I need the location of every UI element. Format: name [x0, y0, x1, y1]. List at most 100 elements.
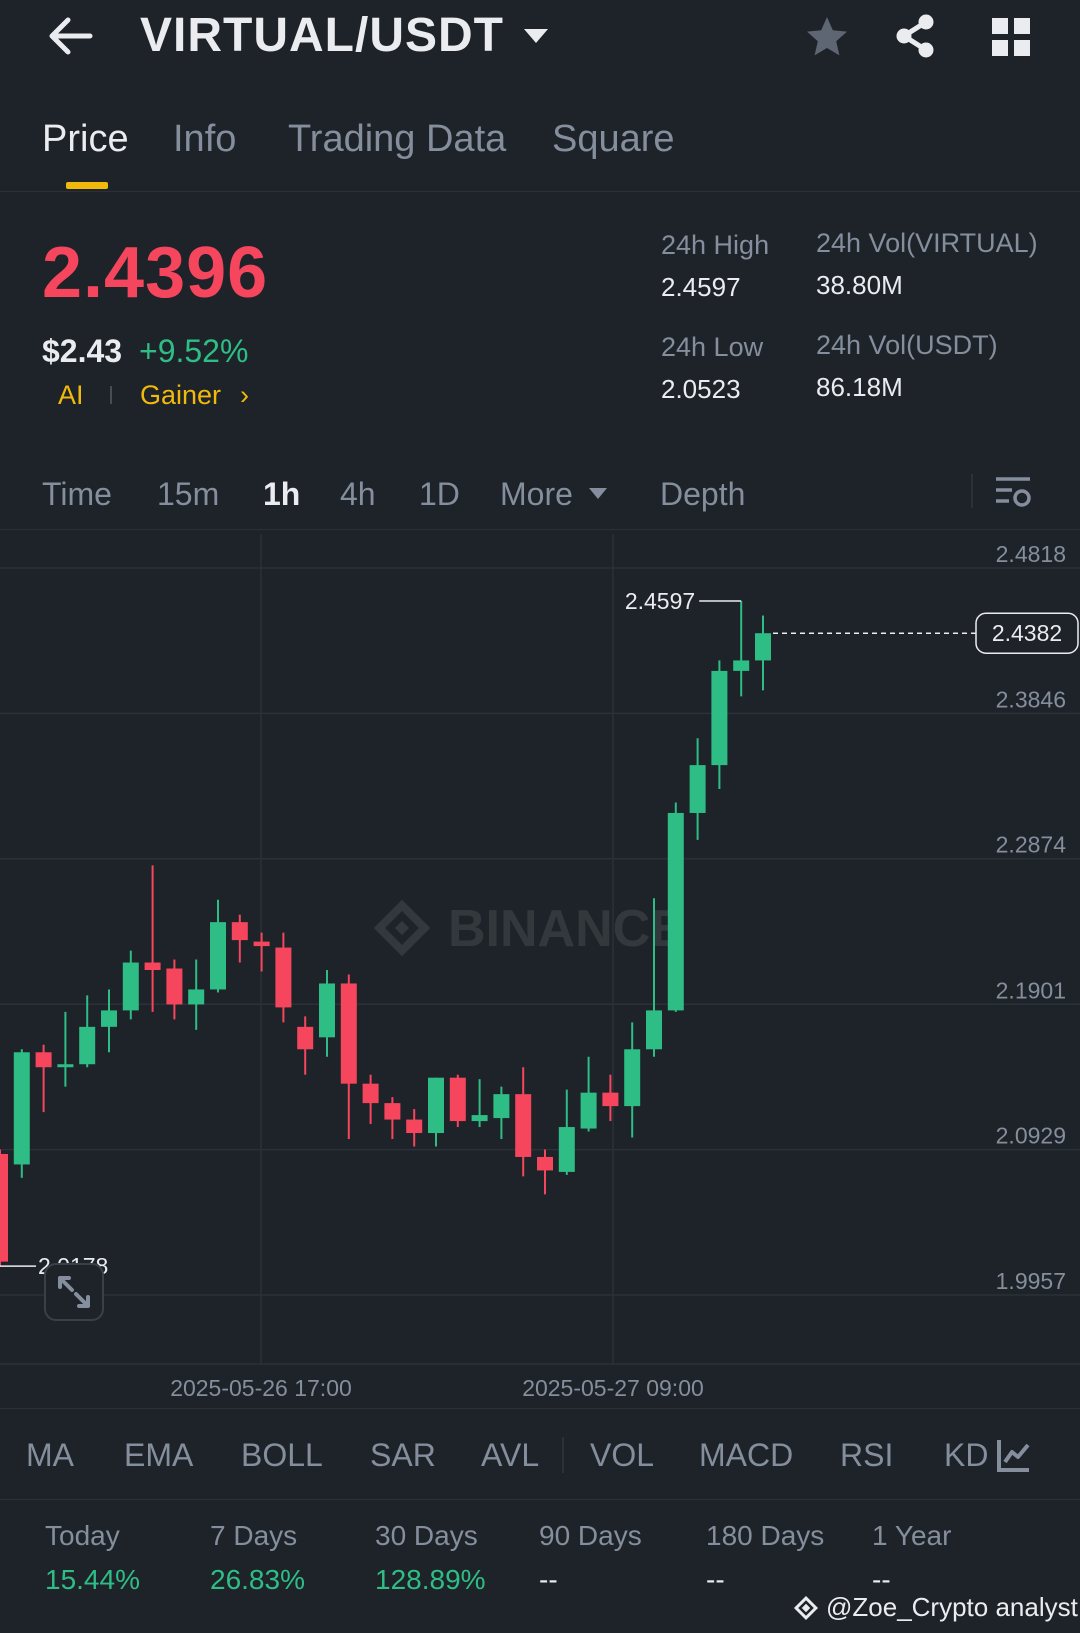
vol-quote-value: 86.18M [816, 372, 903, 402]
candle-body [253, 941, 270, 947]
indicator-avl[interactable]: AVL [481, 1437, 539, 1474]
chevron-right-icon[interactable]: › [240, 380, 249, 411]
perf-value-90d: -- [539, 1564, 558, 1595]
candle-body [537, 1156, 553, 1171]
x-tick-label: 2025-05-27 09:00 [522, 1375, 704, 1401]
high-label: 24h High [661, 230, 770, 260]
perf-label-1y: 1 Year [872, 1520, 952, 1551]
low-label: 24h Low [661, 332, 764, 362]
candle-body [602, 1092, 619, 1107]
high-value: 2.4597 [661, 272, 741, 302]
indicator-kd[interactable]: KD [944, 1437, 988, 1474]
binance-watermark: BINANCE [373, 899, 685, 958]
perf-value-7d: 26.83% [210, 1564, 305, 1595]
indicator-macd[interactable]: MACD [699, 1437, 793, 1474]
candle-body [471, 1115, 488, 1122]
candle-body [558, 1127, 575, 1172]
interval-divider [971, 474, 973, 508]
indicator-divider [562, 1437, 564, 1473]
expand-icon [58, 1276, 90, 1308]
interval-1d[interactable]: 1D [419, 476, 460, 513]
indicator-boll[interactable]: BOLL [241, 1437, 323, 1474]
candle-body [624, 1049, 641, 1107]
candle-body [319, 983, 335, 1038]
candle-body [144, 962, 161, 971]
candle-body [188, 989, 205, 1005]
perf-value-today: 15.44% [45, 1564, 140, 1595]
indicator-ma[interactable]: MA [26, 1437, 74, 1474]
perf-label-30d: 30 Days [375, 1520, 478, 1551]
vol-base-label: 24h Vol(VIRTUAL) [816, 228, 1038, 258]
page-tabs: Price Info Trading Data Square [0, 100, 1080, 192]
candle-body [101, 1010, 117, 1027]
indicator-vol[interactable]: VOL [590, 1437, 654, 1474]
interval-time[interactable]: Time [42, 476, 112, 513]
tab-trading-data[interactable]: Trading Data [288, 118, 506, 161]
candle-body [515, 1094, 532, 1157]
perf-label-180d: 180 Days [706, 1520, 825, 1551]
interval-1h[interactable]: 1h [263, 476, 300, 513]
interval-15m[interactable]: 15m [157, 476, 219, 513]
perf-label-90d: 90 Days [539, 1520, 642, 1551]
candle-body [493, 1094, 510, 1119]
candle-body [57, 1064, 74, 1068]
candle-body [166, 968, 183, 1005]
perf-label-today: Today [45, 1520, 120, 1551]
candlestick-chart[interactable]: BINANCE 2.4818 2.3846 2.2874 2.1901 2.0929 1.… [0, 534, 1080, 1408]
last-price-label: 2.4382 [992, 620, 1062, 646]
top-bar: VIRTUAL/USDT [0, 0, 1080, 90]
candle-body [667, 812, 684, 1011]
indicator-sar[interactable]: SAR [370, 1437, 436, 1474]
candle-body [79, 1026, 96, 1065]
share-icon[interactable] [892, 12, 938, 60]
y-tick-label: 2.1901 [996, 977, 1066, 1003]
tag-gainer[interactable]: Gainer [140, 380, 221, 411]
tab-square[interactable]: Square [552, 118, 675, 161]
watermark-text: BINANCE [448, 900, 685, 958]
tab-info[interactable]: Info [173, 118, 236, 161]
candle-body [297, 1026, 314, 1050]
tag-ai[interactable]: AI [58, 380, 84, 411]
y-tick-label: 1.9957 [996, 1268, 1066, 1294]
candle-body [449, 1077, 466, 1122]
interval-depth[interactable]: Depth [660, 476, 745, 513]
candle-body [406, 1119, 423, 1134]
indicator-rsi[interactable]: RSI [840, 1437, 893, 1474]
more-caret-icon[interactable] [588, 486, 608, 500]
tab-price[interactable]: Price [42, 118, 129, 161]
candle-body [755, 633, 771, 661]
y-tick-label: 2.4818 [996, 541, 1066, 567]
candle-body [428, 1077, 444, 1134]
indicator-settings-icon[interactable] [996, 1437, 1032, 1473]
binance-square-logo-icon [793, 1595, 819, 1621]
interval-4h[interactable]: 4h [340, 476, 376, 513]
y-tick-label: 2.2874 [996, 832, 1067, 858]
interval-bar: Time 15m 1h 4h 1D More Depth [0, 460, 1080, 530]
grid-menu-icon[interactable] [990, 16, 1032, 58]
y-tick-label: 2.0929 [996, 1123, 1066, 1149]
x-tick-label: 2025-05-26 17:00 [170, 1375, 352, 1401]
fullscreen-button[interactable] [44, 1263, 104, 1321]
x-axis: 2025-05-26 17:00 2025-05-27 09:00 [170, 1375, 704, 1401]
indicator-ema[interactable]: EMA [124, 1437, 193, 1474]
back-arrow-icon[interactable] [44, 14, 94, 58]
candle-body [0, 1153, 8, 1262]
perf-value-30d: 128.89% [375, 1564, 486, 1595]
high-marker-label: 2.4597 [625, 588, 695, 614]
pair-title[interactable]: VIRTUAL/USDT [140, 8, 504, 63]
candle-body [340, 983, 357, 1084]
favorite-star-icon[interactable] [804, 14, 850, 60]
candle-body [210, 922, 226, 990]
candle-body [384, 1103, 401, 1120]
caret-down-icon[interactable] [522, 26, 550, 46]
candle-body [711, 670, 728, 766]
candle-body [580, 1092, 597, 1129]
candle-body [362, 1083, 379, 1104]
chart-settings-icon[interactable] [994, 474, 1032, 510]
interval-more[interactable]: More [500, 476, 573, 513]
candle-body [733, 660, 750, 671]
author-watermark: @Zoe_Crypto analyst [826, 1592, 1078, 1622]
indicator-bar: MA EMA BOLL SAR AVL VOL MACD RSI KD [0, 1408, 1080, 1500]
price-change-percent: +9.52% [139, 333, 249, 369]
vol-quote-label: 24h Vol(USDT) [816, 330, 998, 360]
